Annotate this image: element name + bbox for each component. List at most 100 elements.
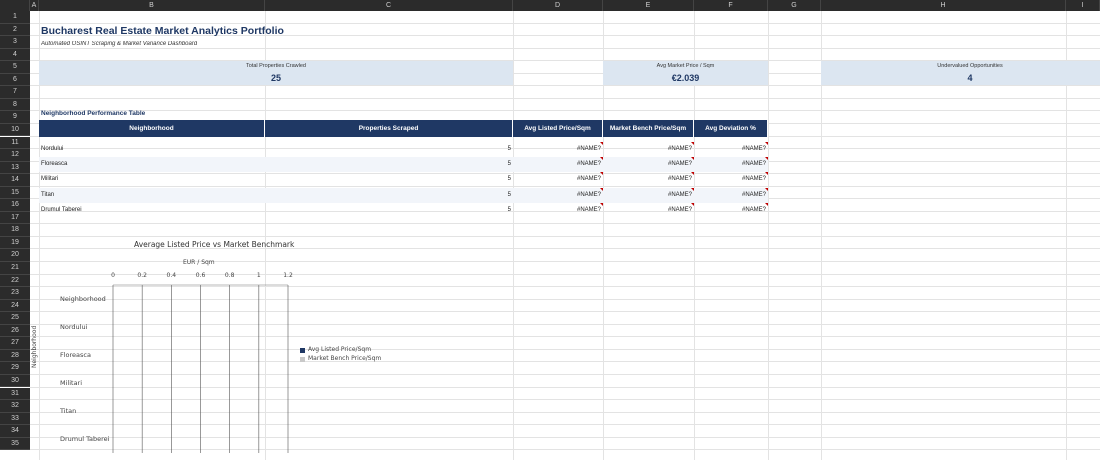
chart-y-axis-label: Neighborhood (31, 325, 38, 368)
column-header-i[interactable]: I (1066, 0, 1100, 11)
row-header[interactable]: 12 (0, 149, 30, 162)
table-cell-bench[interactable]: #NAME? (603, 142, 694, 157)
table-cell-bench[interactable]: #NAME? (603, 187, 694, 203)
table-cell-scraped[interactable]: 5 (265, 187, 513, 203)
error-indicator-icon[interactable] (765, 141, 768, 145)
table-cell-neighborhood[interactable]: Drumul Taberei (39, 203, 265, 218)
bar-chart: 0 0.2 0.4 0.6 0.8 1 1.2 Neighborhood Nordului Flo… (59, 272, 293, 453)
row-gridline (30, 235, 1100, 237)
category-label: Nordului (60, 323, 88, 331)
table-cell-neighborhood[interactable]: Floreasca (39, 156, 265, 172)
row-header[interactable]: 29 (0, 362, 30, 375)
table-cell-deviation[interactable]: #NAME? (694, 203, 768, 218)
x-tick-label: 0.6 (196, 272, 206, 279)
row-header[interactable]: 33 (0, 412, 30, 426)
kpi-undervalued-value[interactable]: 4 (821, 72, 1100, 85)
table-cell-scraped[interactable]: 5 (265, 203, 513, 218)
column-gridline (513, 11, 514, 460)
row-header[interactable]: 30 (0, 374, 30, 388)
column-header-g[interactable]: G (768, 0, 821, 11)
table-cell-deviation[interactable]: #NAME? (694, 142, 768, 157)
row-header[interactable]: 34 (0, 425, 30, 438)
category-label: Floreasca (60, 351, 91, 359)
table-title: Neighborhood Performance Table (41, 110, 146, 117)
row-header[interactable]: 31 (0, 387, 30, 401)
row-header[interactable]: 28 (0, 349, 30, 363)
error-indicator-icon[interactable] (765, 156, 768, 160)
row-header[interactable]: 27 (0, 337, 30, 350)
row-header[interactable]: 22 (0, 274, 30, 288)
table-header-avg-deviation[interactable]: Avg Deviation % (694, 120, 768, 137)
table-cell-bench[interactable]: #NAME? (603, 172, 694, 187)
row-header[interactable]: 2 (0, 23, 30, 37)
column-header-e[interactable]: E (603, 0, 694, 11)
table-cell-avg_listed[interactable]: #NAME? (513, 142, 603, 157)
page-subtitle: Automated OSINT Scraping & Market Varian… (41, 41, 198, 47)
row-header[interactable]: 1 (0, 11, 30, 24)
row-header[interactable]: 17 (0, 211, 30, 225)
row-header[interactable]: 15 (0, 186, 30, 200)
table-cell-neighborhood[interactable]: Titan (39, 187, 265, 203)
error-indicator-icon[interactable] (765, 172, 768, 176)
row-header[interactable]: 13 (0, 161, 30, 175)
select-all-corner[interactable] (0, 0, 30, 11)
kpi-total-properties-label: Total Properties Crawled (39, 61, 513, 72)
error-indicator-icon[interactable] (765, 187, 768, 191)
column-gridline (768, 11, 769, 460)
row-header[interactable]: 3 (0, 36, 30, 49)
table-cell-scraped[interactable]: 5 (265, 156, 513, 172)
table-cell-avg_listed[interactable]: #NAME? (513, 172, 603, 187)
column-header-c[interactable]: C (265, 0, 513, 11)
table-cell-scraped[interactable]: 5 (265, 142, 513, 157)
row-header[interactable]: 16 (0, 199, 30, 212)
table-cell-scraped[interactable]: 5 (265, 172, 513, 187)
kpi-total-properties-value[interactable]: 25 (39, 72, 513, 85)
row-header[interactable]: 10 (0, 123, 30, 137)
table-header-neighborhood[interactable]: Neighborhood (39, 120, 265, 137)
table-header-avg-listed[interactable]: Avg Listed Price/Sqm (513, 120, 603, 137)
row-header[interactable]: 5 (0, 61, 30, 74)
spreadsheet-grid: A B C D E F G H I 1 2 3 4 5 6 7 8 9 10 11 12 13 14 15 1… (0, 0, 1100, 460)
table-cell-bench[interactable]: #NAME? (603, 203, 694, 218)
row-header[interactable]: 24 (0, 299, 30, 313)
table-cell-deviation[interactable]: #NAME? (694, 187, 768, 203)
table-header-market-bench[interactable]: Market Bench Price/Sqm (603, 120, 694, 137)
row-header[interactable]: 4 (0, 48, 30, 62)
row-header[interactable]: 35 (0, 437, 30, 451)
table-cell-neighborhood[interactable]: Nordului (39, 142, 265, 157)
row-header[interactable]: 8 (0, 98, 30, 112)
legend-label-market-bench: Market Bench Price/Sqm (308, 355, 382, 362)
table-cell-avg_listed[interactable]: #NAME? (513, 203, 603, 218)
row-header[interactable]: 23 (0, 287, 30, 300)
row-header[interactable]: 6 (0, 73, 30, 87)
table-header-properties-scraped[interactable]: Properties Scraped (265, 120, 513, 137)
row-header[interactable]: 32 (0, 400, 30, 413)
row-header[interactable]: 25 (0, 312, 30, 325)
table-cell-avg_listed[interactable]: #NAME? (513, 187, 603, 203)
row-header[interactable]: 19 (0, 236, 30, 250)
row-header[interactable]: 9 (0, 111, 30, 124)
column-header-a[interactable]: A (30, 0, 39, 11)
table-cell-deviation[interactable]: #NAME? (694, 156, 768, 172)
column-header-h[interactable]: H (821, 0, 1066, 11)
row-header[interactable]: 14 (0, 174, 30, 187)
legend-label-avg-listed: Avg Listed Price/Sqm (308, 346, 372, 353)
column-header-b[interactable]: B (39, 0, 265, 11)
table-cell-neighborhood[interactable]: Militari (39, 172, 265, 187)
error-indicator-icon[interactable] (765, 203, 768, 207)
row-header[interactable]: 20 (0, 249, 30, 262)
x-tick-label: 0.4 (167, 272, 177, 279)
column-header-f[interactable]: F (694, 0, 768, 11)
row-header[interactable]: 26 (0, 324, 30, 338)
table-cell-deviation[interactable]: #NAME? (694, 172, 768, 187)
table-cell-bench[interactable]: #NAME? (603, 156, 694, 172)
row-header[interactable]: 21 (0, 262, 30, 275)
kpi-avg-price-value[interactable]: €2.039 (603, 72, 768, 85)
column-header-d[interactable]: D (513, 0, 603, 11)
row-header[interactable]: 11 (0, 136, 30, 150)
table-cell-avg_listed[interactable]: #NAME? (513, 156, 603, 172)
kpi-avg-price-label: Avg Market Price / Sqm (603, 61, 768, 72)
x-tick-label: 1.2 (283, 272, 293, 279)
row-header[interactable]: 7 (0, 86, 30, 99)
row-header[interactable]: 18 (0, 224, 30, 237)
